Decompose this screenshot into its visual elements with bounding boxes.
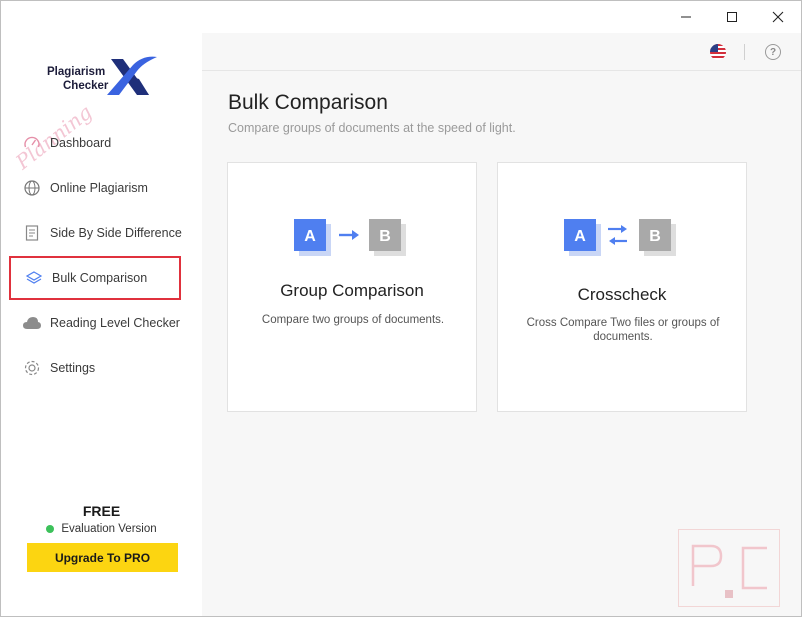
close-icon	[772, 11, 784, 23]
sidebar-item-side-by-side[interactable]: Side By Side Difference	[9, 213, 193, 253]
header-bar: ?	[202, 33, 801, 71]
help-icon[interactable]: ?	[765, 44, 781, 60]
license-status-line: Evaluation Version	[1, 523, 202, 535]
license-status: FREE Evaluation Version	[1, 503, 202, 535]
title-bar	[1, 1, 801, 33]
page-title: Bulk Comparison	[228, 91, 388, 114]
app-logo: Plagiarism Checker	[45, 55, 165, 101]
logo-x-mark-icon	[107, 56, 157, 95]
box-a-label: A	[574, 228, 586, 245]
sidebar-item-label: Settings	[50, 361, 96, 375]
sidebar-item-reading-level[interactable]: Reading Level Checker	[9, 303, 193, 343]
card-description: Compare two groups of documents.	[261, 314, 445, 326]
sidebar-item-label: Online Plagiarism	[50, 181, 148, 195]
minimize-icon	[681, 16, 691, 18]
box-b-label: B	[649, 228, 661, 245]
cloud-icon	[20, 311, 44, 335]
sidebar-item-label: Dashboard	[50, 136, 112, 150]
status-dot-icon	[46, 525, 55, 533]
document-icon	[20, 221, 44, 245]
layers-icon	[22, 266, 46, 290]
card-title: Group Comparison	[280, 281, 424, 300]
minimize-button[interactable]	[663, 1, 709, 33]
crosscheck-illustration: A B	[498, 219, 746, 259]
sidebar-item-online-plagiarism[interactable]: Online Plagiarism	[9, 168, 193, 208]
us-flag-icon[interactable]	[710, 44, 726, 60]
crosscheck-card[interactable]: A B Crosscheck Cross Compare Two files o…	[497, 162, 747, 412]
logo-text-line2: Checker	[63, 80, 109, 92]
upgrade-button[interactable]: Upgrade To PRO	[27, 543, 178, 572]
speedometer-icon	[20, 131, 44, 155]
sidebar: Plagiarism Checker Planning Dashboard On…	[1, 33, 202, 616]
pc-watermark-logo	[678, 529, 780, 607]
group-comparison-illustration: A B	[228, 219, 476, 259]
close-button[interactable]	[755, 1, 801, 33]
page-subtitle: Compare groups of documents at the speed…	[228, 121, 516, 135]
maximize-button[interactable]	[709, 1, 755, 33]
sidebar-item-dashboard[interactable]: Dashboard	[9, 123, 193, 163]
maximize-icon	[727, 12, 737, 22]
sidebar-item-label: Bulk Comparison	[52, 271, 148, 285]
license-status-text: Evaluation Version	[61, 523, 157, 535]
card-title: Crosscheck	[577, 285, 667, 304]
sidebar-item-settings[interactable]: Settings	[9, 348, 193, 388]
group-comparison-card[interactable]: A B Group Comparison Compare two groups …	[227, 162, 477, 412]
gear-icon	[20, 356, 44, 380]
globe-icon	[20, 176, 44, 200]
app-window: Plagiarism Checker Planning Dashboard On…	[0, 0, 802, 617]
license-tier: FREE	[82, 503, 121, 519]
sidebar-item-label: Reading Level Checker	[50, 316, 180, 330]
logo-text-line1: Plagiarism	[47, 66, 106, 78]
box-b-label: B	[379, 228, 391, 245]
box-a-label: A	[304, 228, 316, 245]
sidebar-item-label: Side By Side Difference	[50, 226, 182, 240]
header-divider	[744, 44, 745, 60]
sidebar-item-bulk-comparison[interactable]: Bulk Comparison	[9, 256, 181, 300]
card-description: Cross Compare Two files or groups of doc…	[526, 317, 720, 343]
